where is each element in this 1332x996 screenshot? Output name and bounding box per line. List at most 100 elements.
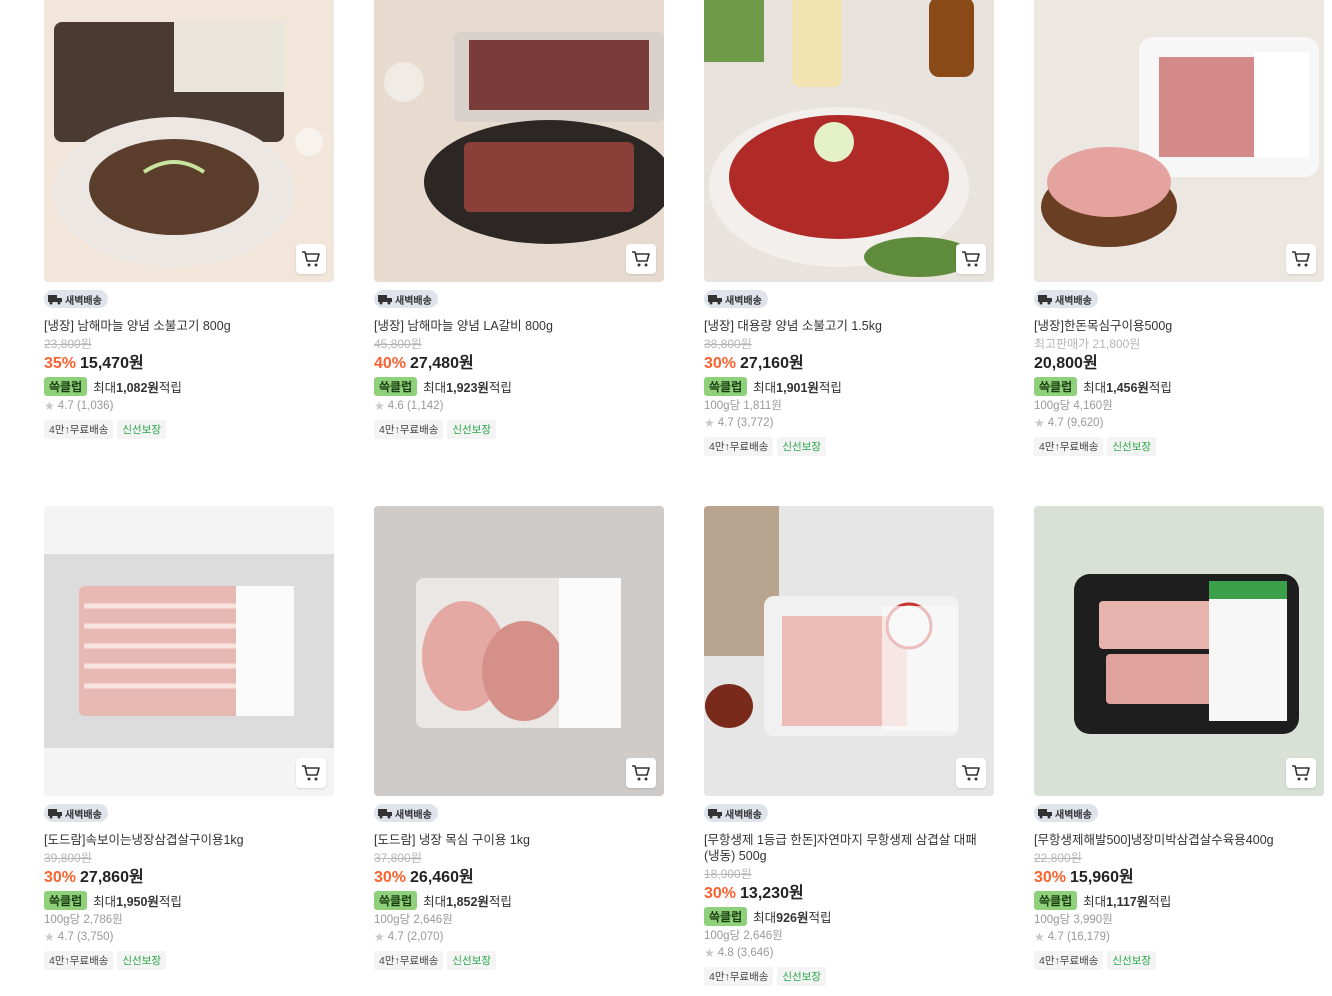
reward-prefix: 최대	[423, 895, 447, 909]
product-card[interactable]: 새벽배송 [도드람] 냉장 목심 구이용 1kg 37,800원 30% 26,4…	[374, 506, 664, 970]
cart-icon	[1292, 251, 1310, 267]
reward-suffix: 적립	[1148, 381, 1172, 395]
badge-label: 새벽배송	[395, 295, 432, 307]
reward-prefix: 최대	[1083, 381, 1107, 395]
product-name[interactable]: [무항생제 1등급 한돈]자연마지 무항생제 삼겹살 대패 (냉동) 500g	[704, 832, 994, 864]
rating: ★ 4.7 (2,070)	[374, 930, 664, 945]
star-icon: ★	[44, 930, 55, 944]
dawn-delivery-badge: 새벽배송	[704, 804, 768, 822]
product-image[interactable]	[1034, 0, 1324, 282]
unit-price: 100g당 2,646원	[704, 930, 783, 942]
rating-value: 4.7	[387, 931, 404, 943]
reward-row: 쓱클럽 최대 1,923원 적립	[374, 377, 664, 396]
product-name[interactable]: [냉장] 남해마늘 양념 LA갈비 800g	[374, 318, 664, 334]
review-count: (3,750)	[76, 931, 114, 943]
reward-row: 쓱클럽 최대 1,117원 적립	[1034, 891, 1324, 910]
product-image[interactable]	[44, 506, 334, 796]
dawn-delivery-badge: 새벽배송	[44, 290, 108, 308]
chips: 4만↑무료배송 신선보장	[44, 951, 334, 970]
product-image[interactable]	[1034, 506, 1324, 796]
rating: ★ 4.6 (1,142)	[374, 399, 664, 414]
reward-amount: 1,950원	[116, 895, 159, 909]
reward-suffix: 적립	[808, 911, 832, 925]
product-name[interactable]: [무항생제해발500]냉장미박삼겹살수육용400g	[1034, 832, 1324, 848]
product-name[interactable]: [도드람] 냉장 목심 구이용 1kg	[374, 832, 664, 848]
add-to-cart-button[interactable]	[296, 244, 326, 274]
badge-label: 새벽배송	[725, 809, 762, 821]
cart-icon	[962, 251, 980, 267]
star-icon: ★	[704, 946, 715, 960]
fresh-guarantee-chip: 신선보장	[447, 951, 497, 970]
discount-rate: 30%	[374, 869, 407, 886]
star-icon: ★	[704, 416, 715, 430]
product-card[interactable]: 새벽배송 [냉장]한돈목심구이용500g 최고판매가 21,800원 20,80…	[1034, 0, 1324, 456]
free-shipping-chip: 4만↑무료배송	[704, 437, 774, 456]
product-card[interactable]: 새벽배송 [냉장] 남해마늘 양념 소불고기 800g 23,800원 35% 1…	[44, 0, 334, 439]
product-image[interactable]	[44, 0, 334, 282]
original-price: 38,800원	[704, 337, 752, 351]
ssg-club-tag: 쓱클럽	[1034, 377, 1078, 396]
sale-price: 27,160원	[740, 355, 804, 372]
truck-icon	[378, 809, 392, 819]
original-price: 22,800원	[1034, 851, 1082, 865]
sale-price: 13,230원	[740, 885, 804, 902]
pork-neck-package-photo	[374, 506, 664, 796]
fresh-guarantee-chip: 신선보장	[1107, 437, 1157, 456]
chips: 4만↑무료배송 신선보장	[44, 420, 334, 439]
sale-price-row: 30% 27,860원	[44, 868, 334, 888]
add-to-cart-button[interactable]	[626, 244, 656, 274]
product-name[interactable]: [냉장] 대용량 양념 소불고기 1.5kg	[704, 318, 994, 334]
dawn-delivery-badge: 새벽배송	[1034, 290, 1098, 308]
add-to-cart-button[interactable]	[956, 758, 986, 788]
rating: ★ 4.7 (3,772)	[704, 416, 994, 431]
product-image[interactable]	[374, 506, 664, 796]
ssg-club-tag: 쓱클럽	[374, 377, 418, 396]
add-to-cart-button[interactable]	[626, 758, 656, 788]
product-card[interactable]: 새벽배송 [도드람]속보이는냉장삼겹살구이용1kg 39,800원 30% 27,…	[44, 506, 334, 970]
add-to-cart-button[interactable]	[1286, 758, 1316, 788]
product-card[interactable]: 새벽배송 [냉장] 대용량 양념 소불고기 1.5kg 38,800원 30% 2…	[704, 0, 994, 456]
boiled-pork-belly-photo	[1034, 506, 1324, 796]
reward-suffix: 적립	[158, 381, 182, 395]
rating-value: 4.7	[1047, 417, 1064, 429]
reward-prefix: 최대	[753, 911, 777, 925]
unit-price: 100g당 2,786원	[44, 914, 123, 926]
unit-price: 100g당 2,646원	[374, 914, 453, 926]
product-card[interactable]: 새벽배송 [냉장] 남해마늘 양념 LA갈비 800g 45,800원 40% 2…	[374, 0, 664, 439]
star-icon: ★	[374, 930, 385, 944]
discount-rate: 30%	[44, 869, 77, 886]
product-card[interactable]: 새벽배송 [무항생제 1등급 한돈]자연마지 무항생제 삼겹살 대패 (냉동) …	[704, 506, 994, 986]
rating-value: 4.7	[1047, 931, 1064, 943]
free-shipping-chip: 4만↑무료배송	[44, 951, 114, 970]
reward-amount: 1,456원	[1106, 381, 1149, 395]
product-name[interactable]: [냉장]한돈목심구이용500g	[1034, 318, 1324, 334]
frozen-pork-belly-photo	[704, 506, 994, 796]
truck-icon	[708, 809, 722, 819]
add-to-cart-button[interactable]	[1286, 244, 1316, 274]
add-to-cart-button[interactable]	[296, 758, 326, 788]
product-name[interactable]: [도드람]속보이는냉장삼겹살구이용1kg	[44, 832, 334, 848]
star-icon: ★	[44, 399, 55, 413]
badge-label: 새벽배송	[1055, 295, 1092, 307]
add-to-cart-button[interactable]	[956, 244, 986, 274]
sale-price: 20,800원	[1034, 355, 1098, 372]
product-card[interactable]: 새벽배송 [무항생제해발500]냉장미박삼겹살수육용400g 22,800원 3…	[1034, 506, 1324, 970]
product-image[interactable]	[704, 0, 994, 282]
review-count: (9,620)	[1066, 417, 1104, 429]
product-image[interactable]	[704, 506, 994, 796]
pork-belly-package-photo	[44, 506, 334, 796]
review-count: (2,070)	[406, 931, 444, 943]
chips: 4만↑무료배송 신선보장	[704, 437, 994, 456]
sale-price-row: 30% 26,460원	[374, 868, 664, 888]
star-icon: ★	[374, 399, 385, 413]
product-name[interactable]: [냉장] 남해마늘 양념 소불고기 800g	[44, 318, 334, 334]
badge-label: 새벽배송	[65, 809, 102, 821]
sale-price: 15,470원	[80, 355, 144, 372]
sale-price-row: 30% 13,230원	[704, 884, 994, 904]
fresh-guarantee-chip: 신선보장	[117, 951, 167, 970]
product-image[interactable]	[374, 0, 664, 282]
rating: ★ 4.7 (1,036)	[44, 399, 334, 414]
free-shipping-chip: 4만↑무료배송	[44, 420, 114, 439]
reward-amount: 1,117원	[1106, 895, 1149, 909]
fresh-guarantee-chip: 신선보장	[777, 967, 827, 986]
